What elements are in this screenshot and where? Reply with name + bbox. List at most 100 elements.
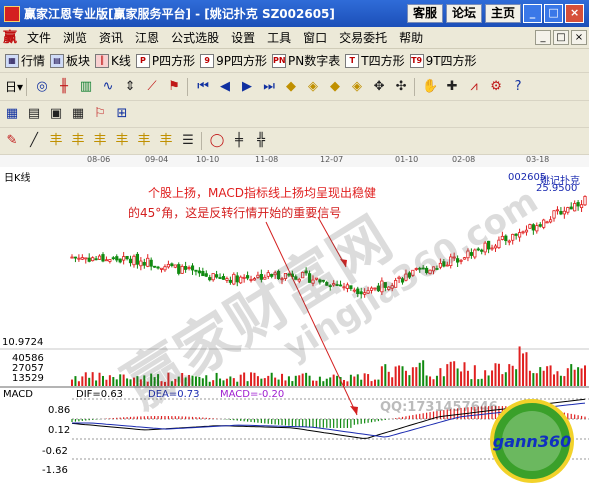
menu-news[interactable]: 资讯 bbox=[93, 29, 129, 46]
toolbar-divider bbox=[26, 77, 28, 96]
macd-histogram-bar bbox=[405, 416, 407, 419]
quotes-tool[interactable]: ▦ 行情 bbox=[5, 52, 45, 69]
flag-icon[interactable]: ⚑ bbox=[164, 77, 184, 97]
gann-square-icon[interactable]: 丰 bbox=[46, 131, 66, 151]
prev-icon[interactable]: ◀ bbox=[215, 77, 235, 97]
minimize-button[interactable]: _ bbox=[523, 4, 543, 23]
diamond-left-icon[interactable]: ◆ bbox=[325, 77, 345, 97]
customer-service-button[interactable]: 客服 bbox=[407, 4, 444, 23]
maximize-button[interactable]: □ bbox=[544, 4, 564, 23]
candle-body bbox=[521, 231, 525, 234]
volume-bar bbox=[487, 375, 490, 386]
candle-body bbox=[538, 224, 542, 227]
flag-chart-icon[interactable]: ⚐ bbox=[90, 104, 110, 124]
volume-bar bbox=[301, 373, 304, 386]
circle-tool-icon[interactable]: ◯ bbox=[207, 131, 227, 151]
table-icon[interactable]: ▤ bbox=[24, 104, 44, 124]
period-select[interactable]: 日 ▾ bbox=[5, 78, 23, 95]
candle-body bbox=[135, 253, 140, 265]
zigzag-icon[interactable]: ⩘ bbox=[464, 77, 484, 97]
period-label: 日K线 bbox=[4, 173, 31, 184]
volume-bar bbox=[394, 366, 397, 386]
sector-tool[interactable]: ▤ 板块 bbox=[50, 52, 90, 69]
candle-body bbox=[128, 258, 133, 264]
p-square-tool[interactable]: P P四方形 bbox=[135, 52, 195, 69]
last-icon[interactable]: ⏭ bbox=[259, 77, 279, 97]
volume-bar bbox=[422, 360, 425, 386]
grid-view-icon[interactable]: ▦ bbox=[68, 104, 88, 124]
homepage-button[interactable]: 主页 bbox=[485, 4, 522, 23]
close-button[interactable]: × bbox=[565, 4, 585, 23]
menu-browse[interactable]: 浏览 bbox=[57, 29, 93, 46]
kline-tool[interactable]: ║ K线 bbox=[95, 52, 131, 69]
hand-icon[interactable]: ✋ bbox=[420, 77, 440, 97]
mdi-close-button[interactable]: × bbox=[571, 30, 587, 45]
menu-tools[interactable]: 工具 bbox=[261, 29, 297, 46]
volume-bar bbox=[442, 376, 445, 386]
app-logo-icon bbox=[4, 5, 20, 22]
menu-bar: 赢 文件 浏览 资讯 江恩 公式选股 设置 工具 窗口 交易委托 帮助 _ □ … bbox=[0, 27, 589, 49]
menu-trade[interactable]: 交易委托 bbox=[333, 29, 393, 46]
channel-icon[interactable]: ╪ bbox=[229, 131, 249, 151]
9t-square-tool[interactable]: T9 9T四方形 bbox=[409, 52, 477, 69]
t-square-tool[interactable]: T T四方形 bbox=[345, 52, 405, 69]
volume-bar bbox=[105, 379, 108, 386]
pen-icon[interactable]: ✎ bbox=[2, 131, 22, 151]
volume-bar bbox=[584, 365, 586, 386]
gann-grid-icon[interactable]: 丰 bbox=[68, 131, 88, 151]
gann-grid-2-icon[interactable]: 丰 bbox=[90, 131, 110, 151]
macd-histogram-bar bbox=[326, 419, 328, 428]
mdi-minimize-button[interactable]: _ bbox=[535, 30, 551, 45]
gann-box-icon[interactable]: 丰 bbox=[134, 131, 154, 151]
candlestick-icon[interactable]: ╫ bbox=[54, 77, 74, 97]
gann-angle-icon[interactable]: 丰 bbox=[156, 131, 176, 151]
book-icon[interactable]: ▣ bbox=[46, 104, 66, 124]
line-chart-icon[interactable]: ∿ bbox=[98, 77, 118, 97]
pn-table-tool[interactable]: PN PN数字表 bbox=[272, 52, 340, 69]
gann-fan-2-icon[interactable]: 丰 bbox=[112, 131, 132, 151]
line-icon[interactable]: ╱ bbox=[24, 131, 44, 151]
level-icon[interactable]: ╬ bbox=[251, 131, 271, 151]
period-select-value: 日 bbox=[5, 80, 18, 94]
menu-settings[interactable]: 设置 bbox=[225, 29, 261, 46]
macd-histogram-bar bbox=[281, 419, 283, 426]
next-icon[interactable]: ▶ bbox=[237, 77, 257, 97]
crosshair-icon[interactable]: ✚ bbox=[442, 77, 462, 97]
menu-help[interactable]: 帮助 bbox=[393, 29, 429, 46]
macd-histogram-bar bbox=[257, 419, 259, 423]
parallel-lines-icon[interactable]: ☰ bbox=[178, 131, 198, 151]
menu-gann[interactable]: 江恩 bbox=[129, 29, 165, 46]
shrink-icon[interactable]: ✣ bbox=[391, 77, 411, 97]
menu-formula-select[interactable]: 公式选股 bbox=[165, 29, 225, 46]
expand-icon[interactable]: ✥ bbox=[369, 77, 389, 97]
gann-fan-icon[interactable]: ⟋ bbox=[142, 77, 162, 97]
candle-body bbox=[118, 258, 122, 263]
price-min-label: 10.9724 bbox=[2, 337, 44, 348]
9p-square-tool[interactable]: 9 9P四方形 bbox=[200, 52, 267, 69]
volume-bar bbox=[225, 378, 228, 386]
menu-file[interactable]: 文件 bbox=[21, 29, 57, 46]
volume-bar bbox=[439, 368, 442, 386]
settings-icon[interactable]: ⚙ bbox=[486, 77, 506, 97]
diamond-right-icon[interactable]: ◈ bbox=[303, 77, 323, 97]
macd-histogram-bar bbox=[377, 419, 380, 422]
diamond-down-icon[interactable]: ◈ bbox=[347, 77, 367, 97]
zoom-icon[interactable]: ⊞ bbox=[112, 104, 132, 124]
forum-button[interactable]: 论坛 bbox=[446, 4, 483, 23]
pn-table-label: PN数字表 bbox=[288, 54, 341, 68]
macd-histogram-bar bbox=[233, 419, 235, 421]
chart-style-icon[interactable]: ◎ bbox=[32, 77, 52, 97]
calendar-icon[interactable]: ▦ bbox=[2, 104, 22, 124]
menu-window[interactable]: 窗口 bbox=[297, 29, 333, 46]
diamond-up-icon[interactable]: ◆ bbox=[281, 77, 301, 97]
volume-bar bbox=[222, 380, 225, 386]
bar-chart-icon[interactable]: ▥ bbox=[76, 77, 96, 97]
9p-icon: 9 bbox=[200, 53, 215, 68]
macd-histogram-bar bbox=[370, 419, 373, 423]
first-icon[interactable]: ⏮ bbox=[193, 77, 213, 97]
value-select-icon[interactable]: ⇕ bbox=[120, 77, 140, 97]
help-icon[interactable]: ? bbox=[508, 77, 528, 97]
mdi-restore-button[interactable]: □ bbox=[553, 30, 569, 45]
volume-bar bbox=[463, 362, 466, 386]
volume-bar bbox=[336, 375, 339, 386]
